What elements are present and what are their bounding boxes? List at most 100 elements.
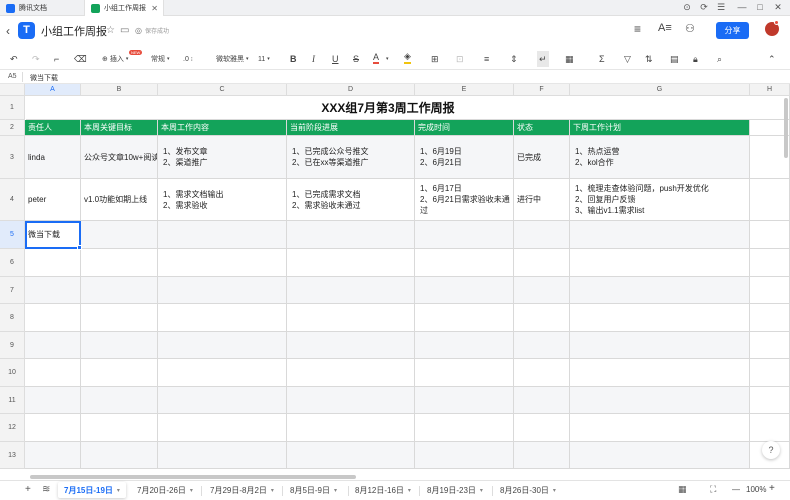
sheet-tab[interactable]: 7月20日-26日 ▾ xyxy=(131,482,199,498)
grid-cell[interactable] xyxy=(750,414,790,442)
font-size-select[interactable]: 11 ▾ xyxy=(258,51,270,67)
header-cell-work[interactable]: 本周工作内容 xyxy=(158,120,287,136)
row-header[interactable]: 3 xyxy=(0,136,25,179)
strikethrough-button[interactable]: S xyxy=(353,51,359,67)
row-header[interactable]: 1 xyxy=(0,96,25,120)
grid-cell[interactable] xyxy=(415,414,514,442)
grid-cell[interactable] xyxy=(81,277,158,304)
grid-cell[interactable] xyxy=(158,387,287,414)
grid-cell[interactable] xyxy=(570,304,750,332)
menu-icon[interactable]: ☰ xyxy=(715,2,727,13)
zoom-level[interactable]: 100% xyxy=(746,485,766,494)
row-header[interactable]: 10 xyxy=(0,359,25,387)
minimize-button[interactable]: — xyxy=(736,2,748,12)
back-chevron-icon[interactable]: ‹ xyxy=(6,24,10,38)
grid-view-icon[interactable]: ▦ xyxy=(678,484,687,495)
add-sheet-icon[interactable]: + xyxy=(25,484,31,495)
app-tab-tencent-docs[interactable]: 腾讯文档 xyxy=(6,0,82,16)
grid-cell[interactable] xyxy=(415,387,514,414)
hamburger-menu-icon[interactable]: ≡ xyxy=(634,22,641,36)
grid-cell[interactable] xyxy=(81,414,158,442)
zoom-out-button[interactable]: — xyxy=(732,485,740,494)
font-family-select[interactable]: 微软雅黑 ▾ xyxy=(216,51,249,67)
clear-format-icon[interactable]: ⌫ xyxy=(74,51,87,67)
borders-icon[interactable]: ⊞ xyxy=(431,51,439,67)
grid-cell[interactable] xyxy=(415,249,514,277)
grid-cell[interactable] xyxy=(25,387,81,414)
grid-cell[interactable] xyxy=(750,359,790,387)
sheet-title[interactable]: XXX组7月第3周工作周报 xyxy=(26,96,750,120)
row-header[interactable]: 6 xyxy=(0,249,25,277)
grid-cell[interactable] xyxy=(158,414,287,442)
add-collaborator-icon[interactable]: ⚇ xyxy=(685,22,695,35)
sheet-tab[interactable]: 8月12日-16日 ▾ xyxy=(349,482,417,498)
cell-goal[interactable]: v1.0功能如期上线 xyxy=(81,179,158,221)
column-header-e[interactable]: E xyxy=(415,84,514,96)
zoom-in-button[interactable]: + xyxy=(769,483,775,494)
font-color-button[interactable]: A xyxy=(373,51,380,64)
wrap-text-icon[interactable]: ↵ xyxy=(537,51,549,67)
grid-cell[interactable] xyxy=(570,277,750,304)
fill-handle[interactable] xyxy=(77,245,82,250)
column-header-c[interactable]: C xyxy=(158,84,287,96)
grid-cell[interactable] xyxy=(514,442,570,469)
align-icon[interactable]: ≡ xyxy=(484,51,489,67)
grid-cell[interactable] xyxy=(25,414,81,442)
merge-cells-icon[interactable]: ⊡ xyxy=(456,51,464,67)
header-cell-next-plan[interactable]: 下周工作计划 xyxy=(570,120,750,136)
grid-cell[interactable] xyxy=(415,304,514,332)
share-button[interactable]: 分享 xyxy=(716,22,749,39)
sheet-tab[interactable]: 8月5日-9日 ▾ xyxy=(284,482,343,498)
grid-cell[interactable] xyxy=(415,359,514,387)
grid-cell[interactable] xyxy=(570,332,750,359)
row-header[interactable]: 4 xyxy=(0,179,25,221)
spreadsheet-grid[interactable]: A B C D E F G H 1 2 3 4 5 6 7 8 9 10 11 … xyxy=(0,84,790,472)
header-cell-owner[interactable]: 责任人 xyxy=(25,120,81,136)
horizontal-scrollbar[interactable] xyxy=(30,475,356,479)
cell-progress[interactable]: 1、已完成公众号推文 2、已在xx等渠道推广 xyxy=(287,136,415,179)
column-header-h[interactable]: H xyxy=(750,84,790,96)
sheet-tab[interactable]: 7月15日-19日 ▾ xyxy=(58,482,126,498)
filter-icon[interactable]: ▽ xyxy=(624,51,631,67)
column-header-g[interactable]: G xyxy=(570,84,750,96)
close-window-button[interactable]: ✕ xyxy=(772,2,784,13)
document-title[interactable]: 小组工作周报 xyxy=(41,23,107,39)
maximize-button[interactable]: □ xyxy=(754,2,766,12)
column-header-d[interactable]: D xyxy=(287,84,415,96)
grid-cell[interactable] xyxy=(158,359,287,387)
cell-status[interactable]: 进行中 xyxy=(514,179,570,221)
grid-cell[interactable] xyxy=(570,387,750,414)
sum-icon[interactable]: Σ xyxy=(599,51,605,67)
cell-next-plan[interactable]: 1、梳理走查体验问题，push开发优化 2、回复用户反馈 3、输出v1.1需求l… xyxy=(570,179,750,221)
cell-done-time[interactable]: 1、6月19日 2、6月21日 xyxy=(415,136,514,179)
grid-cell[interactable] xyxy=(81,387,158,414)
grid-cell[interactable] xyxy=(25,359,81,387)
grid-cell[interactable] xyxy=(514,221,570,249)
grid-cell[interactable] xyxy=(81,442,158,469)
sheet-tab[interactable]: 7月29日-8月2日 ▾ xyxy=(204,482,280,498)
redo-icon[interactable]: ↷ xyxy=(32,51,40,67)
grid-cell[interactable] xyxy=(81,249,158,277)
grid-cell[interactable] xyxy=(25,249,81,277)
clock-icon[interactable]: ⊙ xyxy=(681,2,693,13)
header-cell-status[interactable]: 状态 xyxy=(514,120,570,136)
formula-input[interactable]: 微当下载 xyxy=(30,73,58,83)
grid-cell[interactable] xyxy=(750,332,790,359)
grid-cell[interactable] xyxy=(514,249,570,277)
grid-cell[interactable] xyxy=(415,332,514,359)
font-settings-icon[interactable]: A≡ xyxy=(658,22,672,34)
row-header[interactable]: 2 xyxy=(0,120,25,136)
grid-cell[interactable] xyxy=(287,332,415,359)
grid-cell[interactable] xyxy=(287,387,415,414)
decimal-places-button[interactable]: .0 ⁝ xyxy=(183,51,193,67)
undo-icon[interactable]: ↶ xyxy=(10,51,18,67)
column-header-b[interactable]: B xyxy=(81,84,158,96)
grid-cell[interactable] xyxy=(81,221,158,249)
cell-done-time[interactable]: 1、6月17日 2、6月21日需求验收未通过 xyxy=(415,179,514,221)
grid-cell[interactable] xyxy=(570,221,750,249)
italic-button[interactable]: I xyxy=(312,51,315,67)
grid-cell[interactable] xyxy=(750,249,790,277)
header-cell-done-time[interactable]: 完成时间 xyxy=(415,120,514,136)
select-all-corner[interactable] xyxy=(0,84,25,96)
grid-cell[interactable] xyxy=(81,332,158,359)
